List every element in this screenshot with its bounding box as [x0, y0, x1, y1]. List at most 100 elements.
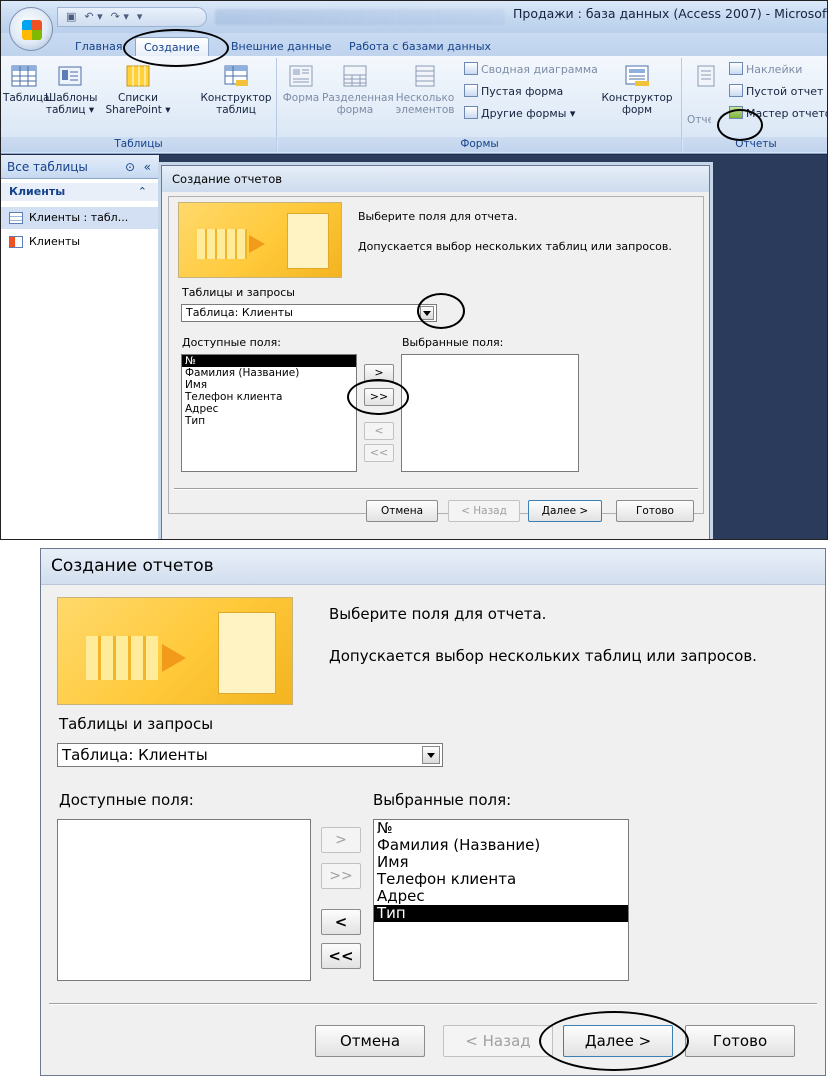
nav-group-clients[interactable]: Клиенты ⌃ [1, 183, 159, 201]
wizard-illustration [178, 202, 342, 278]
chevron-down-icon[interactable] [420, 306, 434, 320]
access-window-screenshot: ▣ ↶ ▾ ↷ ▾ ▾ Продажи : база данных (Access 2… [0, 0, 828, 540]
cancel-button[interactable]: Отмена [315, 1025, 425, 1057]
finish-button[interactable]: Готово [616, 500, 694, 522]
form-designer-icon [625, 65, 649, 86]
list-item[interactable]: Фамилия (Название) [374, 837, 628, 854]
table-graphic [86, 636, 158, 680]
blurred-toolbar [215, 9, 505, 25]
office-button[interactable] [9, 7, 53, 51]
blank-form-button[interactable]: Пустая форма [464, 84, 563, 100]
cancel-button[interactable]: Отмена [366, 500, 438, 522]
undo-icon[interactable]: ↶ ▾ [84, 8, 102, 26]
finish-button[interactable]: Готово [685, 1025, 795, 1057]
tab-external-data[interactable]: Внешние данные [223, 37, 339, 57]
split-form-button[interactable]: Разделенная форма [322, 64, 394, 116]
table-graphic [197, 229, 247, 259]
form-button[interactable]: Форма [282, 64, 320, 104]
remove-field-button[interactable]: < [364, 422, 394, 440]
selected-fields-label: Выбранные поля: [373, 791, 512, 809]
more-forms-button[interactable]: Другие формы ▾ [464, 106, 575, 122]
selected-fields-list[interactable] [401, 354, 579, 472]
table-designer-icon [224, 65, 248, 86]
add-field-button[interactable]: > [321, 827, 361, 853]
available-fields-label: Доступные поля: [182, 336, 281, 349]
blank-form-icon [464, 84, 478, 97]
table-button[interactable]: Таблица [3, 64, 49, 104]
list-item[interactable]: Тип [182, 415, 356, 427]
dialog-title: Создание отчетов [162, 166, 709, 192]
table-icon [9, 212, 23, 224]
list-item[interactable]: № [182, 355, 356, 367]
list-item[interactable]: Имя [182, 379, 356, 391]
next-button[interactable]: Далее > [563, 1025, 673, 1057]
available-fields-list[interactable]: № Фамилия (Название) Имя Телефон клиента… [181, 354, 357, 472]
selected-fields-label: Выбранные поля: [402, 336, 504, 349]
nav-collapse-icon[interactable]: « [144, 155, 151, 179]
table-templates-icon [58, 66, 82, 86]
back-button[interactable]: < Назад [448, 500, 520, 522]
tables-queries-combo[interactable]: Таблица: Клиенты [57, 743, 443, 767]
ribbon-tabs: Главная Создание Внешние данные Работа с… [1, 33, 827, 57]
multiple-items-icon [415, 65, 435, 87]
report-wizard-dialog: Создание отчетов Выберите поля для отчет… [40, 548, 826, 1076]
list-item[interactable]: Адрес [182, 403, 356, 415]
back-button[interactable]: < Назад [443, 1025, 553, 1057]
blank-report-button[interactable]: Пустой отчет [729, 84, 823, 100]
list-item[interactable]: Телефон клиента [374, 871, 628, 888]
report-wizard-button[interactable]: Мастер отчетов [729, 106, 827, 122]
tab-create[interactable]: Создание [135, 37, 209, 57]
ribbon-group-reports: Отчет Наклейки Пустой отчет Мастер отчет… [683, 58, 827, 152]
arrow-right-icon [162, 644, 186, 672]
tables-queries-label: Таблицы и запросы [59, 715, 214, 733]
customize-icon[interactable]: ▾ [137, 8, 143, 26]
ribbon-group-tables: Таблица Шаблоны таблиц ▾ Списки SharePoi… [1, 58, 277, 152]
labels-icon [729, 62, 743, 75]
quick-access-toolbar[interactable]: ▣ ↶ ▾ ↷ ▾ ▾ [57, 7, 207, 27]
form-icon [289, 65, 313, 87]
more-forms-icon [464, 106, 478, 119]
list-item[interactable]: Фамилия (Название) [182, 367, 356, 379]
table-designer-button[interactable]: Конструктор таблиц [197, 64, 275, 116]
tables-queries-combo[interactable]: Таблица: Клиенты [181, 304, 437, 322]
remove-all-fields-button[interactable]: << [321, 943, 361, 969]
hint-text: Допускается выбор нескольких таблиц или … [358, 240, 672, 253]
reports-group-label: Отчеты [683, 137, 827, 152]
nav-item-clients-table[interactable]: Клиенты : табл... [1, 207, 159, 229]
list-item[interactable]: Адрес [374, 888, 628, 905]
save-icon[interactable]: ▣ [66, 8, 76, 26]
report-button[interactable]: Отчет [687, 64, 725, 126]
table-templates-button[interactable]: Шаблоны таблиц ▾ [45, 64, 97, 116]
multiple-items-button[interactable]: Несколько элементов [388, 64, 462, 116]
arrow-right-icon [249, 235, 265, 253]
sharepoint-lists-button[interactable]: Списки SharePoint ▾ [99, 64, 177, 116]
list-item[interactable]: Тип [374, 905, 628, 922]
tab-database-tools[interactable]: Работа с базами данных [341, 37, 499, 57]
nav-item-clients-form[interactable]: Клиенты [1, 231, 159, 253]
nav-dropdown-icon[interactable]: ⊙ [125, 155, 135, 179]
remove-all-fields-button[interactable]: << [364, 444, 394, 462]
selected-fields-list[interactable]: № Фамилия (Название) Имя Телефон клиента… [373, 819, 629, 981]
list-item[interactable]: № [374, 820, 628, 837]
tab-home[interactable]: Главная [67, 37, 131, 57]
add-field-button[interactable]: > [364, 364, 394, 382]
next-button[interactable]: Далее > [528, 500, 602, 522]
remove-field-button[interactable]: < [321, 909, 361, 935]
chevron-down-icon[interactable] [422, 746, 440, 764]
pivot-chart-button[interactable]: Сводная диаграмма [464, 62, 598, 78]
hint-text: Допускается выбор нескольких таблиц или … [329, 647, 757, 665]
tables-queries-label: Таблицы и запросы [182, 286, 295, 299]
form-designer-button[interactable]: Конструктор форм [596, 64, 678, 116]
report-wizard-icon [729, 106, 743, 119]
redo-icon[interactable]: ↷ ▾ [111, 8, 129, 26]
ribbon: Таблица Шаблоны таблиц ▾ Списки SharePoi… [1, 56, 827, 154]
chevron-up-icon: ⌃ [137, 185, 147, 198]
add-all-fields-button[interactable]: >> [321, 863, 361, 889]
list-item[interactable]: Телефон клиента [182, 391, 356, 403]
add-all-fields-button[interactable]: >> [364, 388, 394, 406]
available-fields-list[interactable] [57, 819, 311, 981]
labels-button[interactable]: Наклейки [729, 62, 802, 78]
nav-header[interactable]: Все таблицы ⊙ « [1, 155, 159, 179]
list-item[interactable]: Имя [374, 854, 628, 871]
split-form-icon [343, 65, 367, 87]
